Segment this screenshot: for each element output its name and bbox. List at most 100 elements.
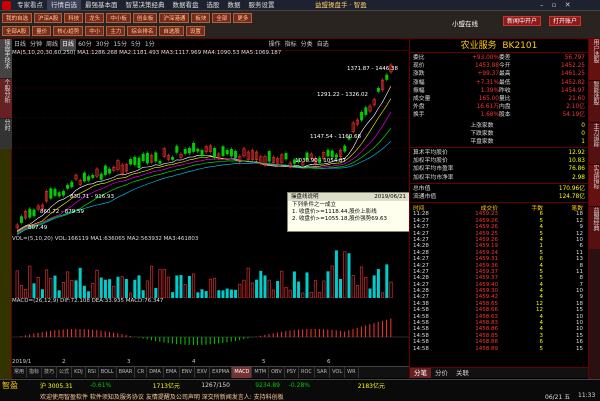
indicator-tab[interactable]: ENV: [180, 367, 196, 378]
chart-tab-ops[interactable]: 操作: [267, 39, 283, 51]
tick-row[interactable]: 14:28 1459.19 1 6: [413, 243, 585, 249]
tick-row[interactable]: 14:28 1459.37 5 8: [413, 275, 585, 281]
chart-tab-5m[interactable]: 5分: [129, 39, 143, 51]
indicator-tab[interactable]: RSI: [86, 367, 99, 378]
chart-tab-daily[interactable]: 日线: [12, 39, 28, 51]
tab-gem[interactable]: 创业板: [132, 13, 158, 23]
indicator-tab[interactable]: OBV: [269, 367, 285, 378]
tab-my-watchlist[interactable]: 我的自选: [2, 13, 33, 23]
chart-tab-1m[interactable]: 1分: [143, 39, 157, 51]
sidebar-tab-operator[interactable]: 操盘手技术: [0, 39, 12, 79]
indicator-tab[interactable]: EXPMA: [210, 367, 233, 378]
menu-item-stock-pick[interactable]: 选股: [203, 0, 224, 11]
sidebar-tab-timeshare[interactable]: 分时: [0, 119, 12, 149]
indicator-tab[interactable]: 指标: [27, 367, 43, 378]
tick-row[interactable]: 14:58 1458.86 4 10: [413, 326, 585, 332]
tab-all[interactable]: 全部: [212, 13, 232, 23]
indicator-tab[interactable]: MTM: [252, 367, 270, 378]
sidebar-tab-indicators[interactable]: 实战指标: [589, 165, 600, 207]
tick-list[interactable]: 11:28 1459.23 6 18 14:27 1459.26 5 12 14:27 1459.…: [410, 211, 588, 352]
indicator-tab[interactable]: BOLL: [99, 367, 117, 378]
tick-row[interactable]: 14:38 1458.65 12 18: [413, 301, 585, 307]
indicator-tab[interactable]: MACD: [232, 367, 253, 378]
tab-all-a[interactable]: 全部A股: [2, 26, 31, 36]
sidebar-tab-smart-picks[interactable]: 智能选股: [589, 81, 600, 123]
tick-row[interactable]: 14:58 1458.63 4 10: [413, 313, 585, 320]
menu-item-data[interactable]: 数据: [224, 0, 245, 11]
tab-leaders[interactable]: 龙头: [85, 13, 105, 23]
sidebar-tab-stock-analysis[interactable]: 个股分析: [0, 79, 12, 119]
indicator-tab[interactable]: SAR: [315, 367, 331, 378]
tab-tech[interactable]: 科技: [64, 13, 84, 23]
sidebar-tab-main-tracking[interactable]: 主力追踪: [589, 123, 600, 165]
chart-tab-30m[interactable]: 30分: [94, 39, 112, 51]
volume-chart[interactable]: [12, 245, 409, 298]
tab-related[interactable]: 关联: [452, 368, 473, 378]
tab-more[interactable]: 更多: [233, 13, 253, 23]
tab-ranking[interactable]: 综合排名: [127, 26, 158, 36]
tab-sme[interactable]: 中小板: [106, 13, 131, 23]
menu-item-fundamentals[interactable]: 最强基本面: [81, 0, 122, 11]
tab-core-trend[interactable]: 核心趋势: [53, 26, 84, 36]
tab-price-dist[interactable]: 分价: [431, 368, 452, 378]
indicator-tab[interactable]: VOL: [330, 367, 346, 378]
tick-row[interactable]: 11:28 1459.23 6 18: [413, 211, 585, 217]
indicator-tab[interactable]: BRAR: [117, 367, 136, 378]
indicator-tab[interactable]: DMA: [147, 367, 164, 378]
online-assistant-link[interactable]: 小盟在线: [452, 18, 478, 28]
indicator-tab[interactable]: EMA: [164, 367, 180, 378]
sidebar-tab-classic[interactable]: 益盟经典: [589, 207, 600, 249]
chart-tab-category[interactable]: 分类: [299, 39, 315, 51]
indicator-tab[interactable]: WR: [345, 367, 359, 378]
tab-connect[interactable]: 沪深港通: [159, 13, 190, 23]
tick-row[interactable]: 14:28 1459.24 5 11: [413, 250, 585, 256]
chart-tab-60m[interactable]: 60分: [76, 39, 94, 51]
menu-item-data-view[interactable]: 数据看盘: [169, 0, 203, 11]
tick-row[interactable]: 14:58 1458.85 3 15: [413, 333, 585, 339]
tick-row[interactable]: 14:27 1459.40 4 7: [413, 281, 585, 288]
open-trading-button[interactable]: 打开账户: [549, 16, 582, 26]
indicator-tab[interactable]: ROC: [299, 367, 315, 378]
menu-item-experts[interactable]: 专家看点: [13, 0, 47, 11]
menu-item-decision[interactable]: 智慧决策经典: [122, 0, 169, 11]
open-account-button[interactable]: 新闻中开户: [503, 16, 542, 26]
tick-row[interactable]: 14:27 1459.36 4 8: [413, 262, 585, 269]
news-text[interactable]: 欢迎使用智盈软件 软件须知及服务协议 友情提醒及公司声明 深交所新闻发言人: 支…: [40, 392, 284, 401]
tick-row[interactable]: 14:27 1459.37 5 11: [413, 269, 585, 275]
tick-row[interactable]: 14:27 1459.42 4 9: [413, 294, 585, 300]
window-controls[interactable]: – ▫ ✕: [540, 0, 574, 11]
tab-setup[interactable]: 设置: [185, 26, 205, 36]
chart-tab-15m[interactable]: 15分: [111, 39, 129, 51]
tab-a-shares[interactable]: 沪深A股: [34, 13, 63, 23]
indicator-tab[interactable]: KDJ: [72, 367, 86, 378]
indicator-tab[interactable]: CR: [135, 367, 148, 378]
sidebar-tab-user-picks[interactable]: 用户选股: [589, 39, 600, 81]
tick-row[interactable]: 14:27 1459.26 4 9: [413, 224, 585, 230]
tick-row[interactable]: 14:27 1459.26 4 10: [413, 237, 585, 243]
tab-main-force[interactable]: 主力: [106, 26, 126, 36]
tab-sectors[interactable]: 板块: [191, 13, 211, 23]
tab-volume-price[interactable]: 量价: [32, 26, 52, 36]
chart-tab-day[interactable]: 日线: [60, 38, 77, 51]
macd-chart[interactable]: [12, 307, 409, 357]
menu-item-settings[interactable]: 服务设置: [245, 0, 279, 11]
chart-tab-weekly[interactable]: 周线: [44, 39, 60, 51]
tick-row[interactable]: 14:28 1459.30 4 10: [413, 288, 585, 294]
menu-item-quotes[interactable]: 行情自选: [47, 0, 81, 11]
tick-row[interactable]: 14:58 1458.66 12 15: [413, 307, 585, 313]
indicator-tab[interactable]: 公式: [57, 367, 73, 378]
chart-tab-indicators[interactable]: 指标: [283, 39, 299, 51]
indicator-tab[interactable]: 技巧: [42, 367, 58, 378]
tab-mid-small[interactable]: 中小: [85, 26, 105, 36]
chart-tab-minute[interactable]: 分钟: [28, 39, 44, 51]
chart-tab-watch[interactable]: 自选: [315, 39, 331, 51]
tick-row[interactable]: 14:27 1459.26 5 12: [413, 218, 585, 224]
news-ticker[interactable]: 欢迎使用智盈软件 软件须知及服务协议 友情提醒及公司声明 深交所新闻发言人: 支…: [0, 391, 600, 401]
tick-row[interactable]: 14:27 1459.25 5 12: [413, 230, 585, 237]
tick-row[interactable]: 14:58 1458.83 4 10: [413, 320, 585, 326]
indicator-tab[interactable]: EXV: [195, 367, 211, 378]
tick-row[interactable]: 14:58 1458.88 6 16: [413, 339, 585, 345]
tick-row[interactable]: 14:27 1459.31 6 13: [413, 256, 585, 262]
tab-self-select[interactable]: 自选股: [159, 26, 184, 36]
indicator-tab[interactable]: PSY: [285, 367, 299, 378]
